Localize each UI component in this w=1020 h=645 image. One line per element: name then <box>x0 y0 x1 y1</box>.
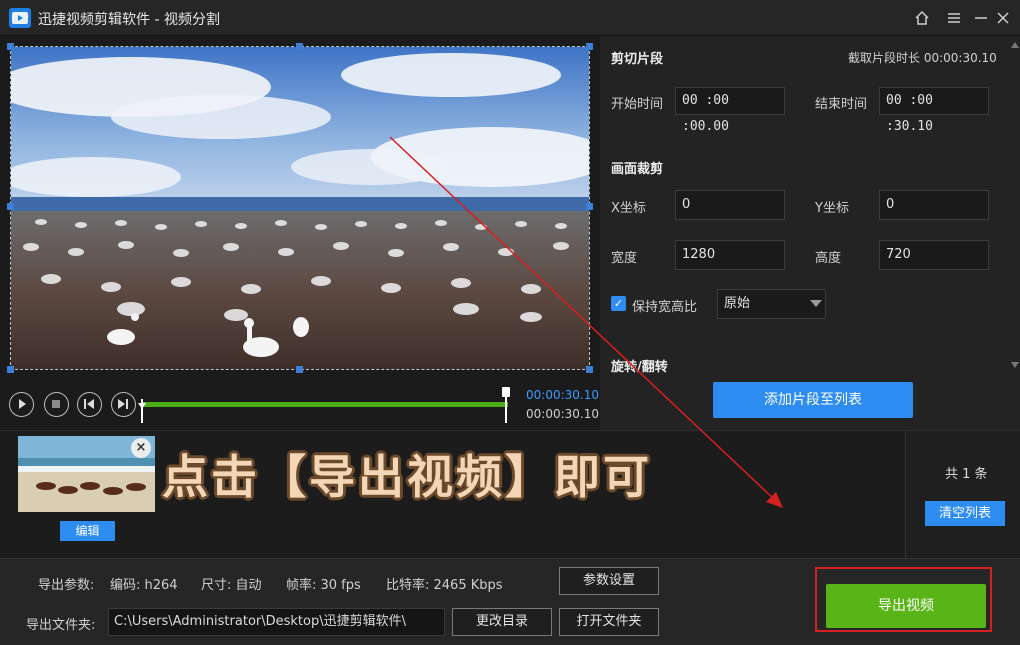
crop-handle[interactable] <box>7 43 14 50</box>
export-params-label: 导出参数: <box>38 578 95 593</box>
export-video-button[interactable]: 导出视频 <box>826 584 986 628</box>
x-coord-label: X坐标 <box>611 201 646 216</box>
height-label: 高度 <box>815 251 842 266</box>
export-folder-path[interactable]: C:\Users\Administrator\Desktop\迅捷剪辑软件\ <box>108 608 445 636</box>
width-field[interactable]: 1280 <box>675 240 785 270</box>
stop-icon[interactable] <box>44 392 69 417</box>
param-settings-button[interactable]: 参数设置 <box>559 567 659 595</box>
y-coord-field[interactable]: 0 <box>879 190 989 220</box>
x-coord-field[interactable]: 0 <box>675 190 785 220</box>
remove-clip-icon[interactable]: × <box>131 438 151 458</box>
window-title: 迅捷视频剪辑软件 - 视频分割 <box>38 12 220 28</box>
open-folder-button[interactable]: 打开文件夹 <box>559 608 659 636</box>
end-marker[interactable] <box>502 387 510 423</box>
crop-handle[interactable] <box>296 43 303 50</box>
title-bar: 迅捷视频剪辑软件 - 视频分割 <box>0 0 1020 36</box>
keep-ratio-label: 保持宽高比 <box>632 300 698 315</box>
home-icon[interactable] <box>911 7 933 29</box>
clip-count: 共 1 条 <box>945 467 988 482</box>
clip-section-title: 剪切片段 <box>611 52 664 67</box>
chevron-down-icon <box>810 300 822 307</box>
crop-section-title: 画面裁剪 <box>611 162 664 177</box>
close-icon[interactable] <box>992 7 1014 29</box>
video-preview[interactable] <box>10 46 590 370</box>
clear-list-button[interactable]: 清空列表 <box>925 501 1005 526</box>
clip-duration-label: 截取片段时长 00:00:30.10 <box>848 51 997 65</box>
panel-scrollbar[interactable] <box>1010 40 1020 370</box>
keep-ratio-checkbox[interactable]: ✓ <box>611 296 626 311</box>
crop-handle[interactable] <box>586 43 593 50</box>
crop-handle[interactable] <box>296 366 303 373</box>
end-time-label: 结束时间 <box>815 97 868 112</box>
edit-clip-button[interactable]: 编辑 <box>60 521 115 541</box>
tutorial-caption: 点击【导出视频】即可 <box>162 450 652 504</box>
add-clip-button[interactable]: 添加片段至列表 <box>713 382 913 418</box>
start-time-field[interactable]: 00 :00 :00.00 <box>675 87 785 134</box>
rotate-section-title: 旋转/翻转 <box>611 360 668 375</box>
app-window: 迅捷视频剪辑软件 - 视频分割 00:00:30.10 00:00:30.10 … <box>0 0 1020 645</box>
end-time-field[interactable]: 00 :00 :30.10 <box>879 87 989 134</box>
size-value: 尺寸: 自动 <box>201 578 262 593</box>
crop-handle[interactable] <box>586 203 593 210</box>
next-frame-icon[interactable] <box>111 392 136 417</box>
play-icon[interactable] <box>9 392 34 417</box>
bitrate-value: 比特率: 2465 Kbps <box>386 578 503 593</box>
prev-frame-icon[interactable] <box>77 392 102 417</box>
width-label: 宽度 <box>611 251 638 266</box>
crop-handle[interactable] <box>586 366 593 373</box>
y-coord-label: Y坐标 <box>815 201 849 216</box>
minimize-icon[interactable] <box>970 7 992 29</box>
change-dir-button[interactable]: 更改目录 <box>452 608 552 636</box>
height-field[interactable]: 720 <box>879 240 989 270</box>
clip-list-sidebar <box>905 430 1020 558</box>
menu-icon[interactable] <box>943 7 965 29</box>
app-logo-icon <box>9 8 31 28</box>
start-time-label: 开始时间 <box>611 97 664 112</box>
crop-handle[interactable] <box>7 203 14 210</box>
fps-value: 帧率: 30 fps <box>286 578 361 593</box>
codec-value: 编码: h264 <box>110 578 178 593</box>
timeline-track[interactable] <box>143 402 508 407</box>
export-folder-label: 导出文件夹: <box>26 618 96 633</box>
crop-handle[interactable] <box>7 366 14 373</box>
start-marker[interactable] <box>138 387 146 423</box>
current-time: 00:00:30.10 <box>526 388 599 402</box>
total-time: 00:00:30.10 <box>526 407 599 421</box>
